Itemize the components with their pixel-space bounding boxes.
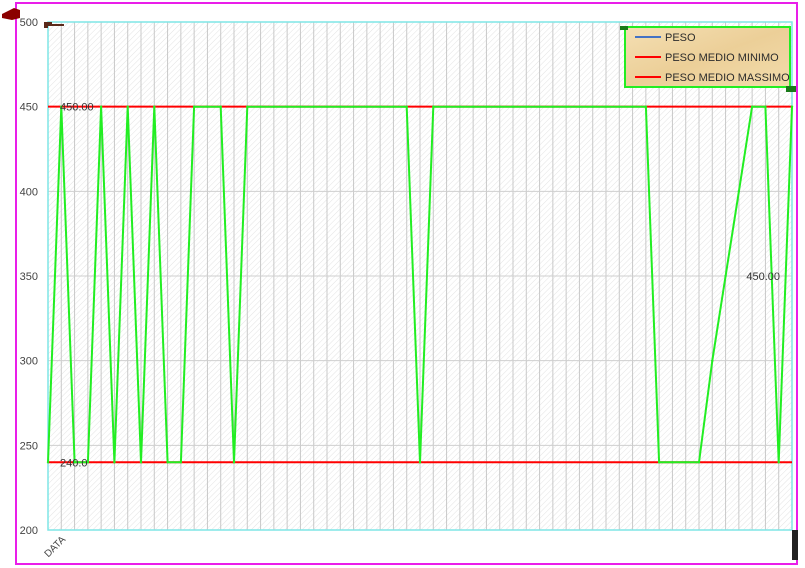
legend-handle-bottom-right[interactable] — [786, 86, 796, 92]
legend[interactable]: PESO PESO MEDIO MINIMO PESO MEDIO MASSIMO — [624, 26, 791, 88]
data-point — [591, 105, 594, 108]
legend-handle-top-left[interactable] — [620, 26, 628, 30]
data-point — [471, 105, 475, 108]
legend-label: PESO — [665, 32, 696, 44]
data-point — [777, 461, 780, 464]
data-point — [153, 105, 156, 108]
legend-label: PESO MEDIO MASSIMO — [665, 72, 790, 84]
data-point — [352, 105, 355, 108]
data-label: 450.00 — [746, 271, 780, 283]
data-point — [564, 105, 568, 108]
x-axis-label: DATA — [43, 534, 69, 560]
data-point — [697, 461, 701, 464]
data-point — [618, 105, 621, 108]
y-axis-ticks: 250 300 350 400 450 500 200 — [20, 17, 38, 537]
data-point — [312, 105, 315, 108]
data-point — [392, 105, 395, 108]
data-point — [750, 105, 754, 108]
data-point — [737, 190, 741, 193]
data-point — [790, 105, 794, 108]
y-tick-label: 450 — [20, 102, 38, 114]
y-tick-label: 350 — [20, 271, 38, 283]
data-point — [525, 105, 528, 108]
data-point — [684, 461, 687, 464]
data-label: 450.00 — [60, 102, 94, 114]
data-point — [99, 105, 103, 108]
y-tick-label: 300 — [20, 356, 38, 368]
data-point — [657, 461, 661, 464]
data-point — [378, 105, 382, 108]
data-point — [432, 105, 435, 108]
data-point — [232, 461, 236, 464]
data-point — [299, 105, 302, 108]
y-tick-label: 250 — [20, 440, 38, 452]
data-point — [206, 105, 209, 108]
data-point — [246, 105, 249, 108]
data-point — [458, 105, 462, 108]
data-point — [671, 461, 674, 464]
y-tick-label: 200 — [20, 525, 38, 537]
data-point — [192, 105, 196, 108]
data-point — [578, 105, 581, 108]
data-point — [126, 105, 129, 108]
data-point — [498, 105, 501, 108]
data-point — [764, 105, 767, 108]
data-point — [604, 105, 608, 108]
data-point — [272, 105, 276, 108]
data-point — [219, 105, 222, 108]
data-point — [711, 359, 714, 362]
data-point — [139, 461, 143, 464]
data-label: 240.0 — [60, 457, 88, 469]
line-chart: 250300350400450500200 450.00240.0450.00 … — [2, 2, 798, 565]
data-point — [724, 274, 727, 278]
data-point — [631, 105, 634, 108]
data-point — [113, 461, 116, 464]
data-point — [46, 461, 50, 464]
data-point — [644, 105, 648, 108]
chart-area: 250 300 350 400 450 500 200 450.00 240.0 450.00 … — [0, 0, 805, 568]
data-point — [445, 105, 448, 108]
data-point — [405, 105, 408, 108]
data-point — [538, 105, 541, 108]
data-point — [511, 105, 515, 108]
data-point — [551, 105, 555, 108]
data-point — [339, 105, 342, 108]
corner-handle-bottom-right[interactable] — [792, 530, 798, 560]
data-point — [166, 461, 169, 464]
y-tick-label: 400 — [20, 186, 38, 198]
legend-label: PESO MEDIO MINIMO — [665, 52, 779, 64]
data-point — [325, 105, 329, 108]
corner-handle-top-left[interactable] — [2, 8, 20, 20]
data-point — [285, 105, 289, 108]
data-point — [485, 105, 488, 108]
y-tick-label: 500 — [20, 17, 38, 29]
data-point — [418, 461, 422, 464]
data-point — [259, 105, 262, 108]
data-point — [365, 105, 369, 108]
data-point — [179, 461, 183, 464]
